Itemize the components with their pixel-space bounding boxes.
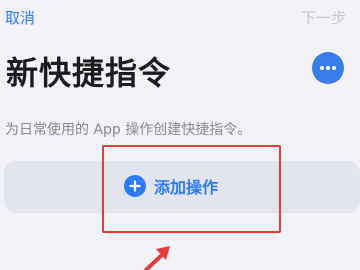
page-title: 新快捷指令: [6, 54, 172, 92]
more-options-button[interactable]: [312, 52, 344, 84]
arrow-icon: [144, 246, 170, 270]
navigation-bar: 取消 下一步: [0, 0, 360, 34]
description-text: 为日常使用的 App 操作创建快捷指令。: [5, 122, 252, 138]
cancel-button[interactable]: 取消: [5, 7, 35, 28]
next-step-button[interactable]: 下一步: [301, 7, 346, 28]
ellipsis-icon: [320, 66, 336, 70]
highlight-box: [102, 145, 281, 233]
